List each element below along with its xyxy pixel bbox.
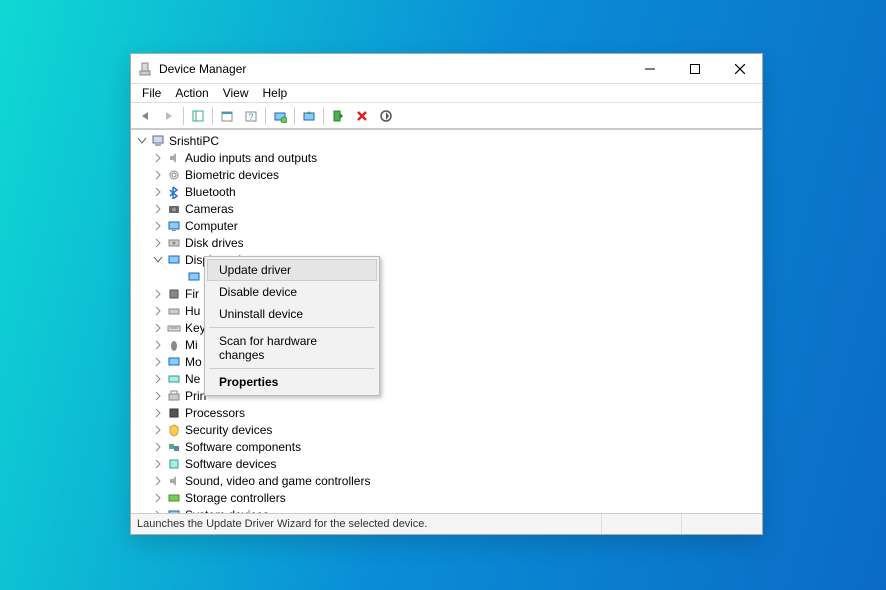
help-button[interactable]: ? bbox=[240, 105, 262, 127]
tree-node-processors[interactable]: Processors bbox=[131, 404, 762, 421]
hid-icon bbox=[165, 303, 182, 319]
svg-text:?: ? bbox=[248, 112, 253, 122]
app-icon bbox=[137, 61, 153, 77]
enable-device-button[interactable] bbox=[327, 105, 349, 127]
back-button[interactable] bbox=[134, 105, 156, 127]
window-title: Device Manager bbox=[159, 62, 627, 76]
chevron-right-icon[interactable] bbox=[151, 372, 165, 386]
chevron-right-icon[interactable] bbox=[151, 151, 165, 165]
display-adapter-icon bbox=[185, 269, 202, 285]
chevron-right-icon[interactable] bbox=[151, 355, 165, 369]
status-panel-3 bbox=[682, 514, 762, 534]
tree-node-cameras[interactable]: Cameras bbox=[131, 200, 762, 217]
chevron-down-icon[interactable] bbox=[151, 253, 165, 267]
system-icon bbox=[165, 507, 182, 514]
chevron-right-icon[interactable] bbox=[151, 304, 165, 318]
tree-node-software-devices[interactable]: Software devices bbox=[131, 455, 762, 472]
monitor-icon bbox=[165, 218, 182, 234]
toolbar: ? bbox=[131, 103, 762, 129]
root-label: SrishtiPC bbox=[169, 134, 219, 148]
properties-button[interactable] bbox=[216, 105, 238, 127]
tree-node-bluetooth[interactable]: Bluetooth bbox=[131, 183, 762, 200]
software-icon bbox=[165, 456, 182, 472]
chevron-right-icon[interactable] bbox=[151, 508, 165, 514]
menu-item-scan-hardware[interactable]: Scan for hardware changes bbox=[207, 330, 377, 366]
scan-hardware-button[interactable] bbox=[269, 105, 291, 127]
device-tree[interactable]: SrishtiPC Audio inputs and outputs Biome… bbox=[131, 129, 762, 513]
tree-node-sound[interactable]: Sound, video and game controllers bbox=[131, 472, 762, 489]
menu-item-uninstall-device[interactable]: Uninstall device bbox=[207, 303, 377, 325]
display-adapter-icon bbox=[165, 252, 182, 268]
menu-help[interactable]: Help bbox=[256, 85, 295, 101]
chevron-right-icon[interactable] bbox=[151, 457, 165, 471]
tree-node-security[interactable]: Security devices bbox=[131, 421, 762, 438]
tree-node-software-components[interactable]: Software components bbox=[131, 438, 762, 455]
chevron-right-icon[interactable] bbox=[151, 338, 165, 352]
chevron-right-icon[interactable] bbox=[151, 440, 165, 454]
tree-node-system[interactable]: System devices bbox=[131, 506, 762, 513]
menu-item-properties[interactable]: Properties bbox=[207, 371, 377, 393]
network-icon bbox=[165, 371, 182, 387]
tree-node-storage[interactable]: Storage controllers bbox=[131, 489, 762, 506]
close-button[interactable] bbox=[717, 54, 762, 83]
camera-icon bbox=[165, 201, 182, 217]
menu-file[interactable]: File bbox=[135, 85, 168, 101]
menu-action[interactable]: Action bbox=[168, 85, 215, 101]
uninstall-device-button[interactable] bbox=[351, 105, 373, 127]
tree-node-computer[interactable]: Computer bbox=[131, 217, 762, 234]
tree-node-biometric[interactable]: Biometric devices bbox=[131, 166, 762, 183]
menu-separator bbox=[209, 368, 375, 369]
speaker-icon bbox=[165, 150, 182, 166]
minimize-button[interactable] bbox=[627, 54, 672, 83]
tree-node-audio[interactable]: Audio inputs and outputs bbox=[131, 149, 762, 166]
chevron-right-icon[interactable] bbox=[151, 389, 165, 403]
tree-node-disk-drives[interactable]: Disk drives bbox=[131, 234, 762, 251]
cpu-icon bbox=[165, 405, 182, 421]
disable-device-button[interactable] bbox=[375, 105, 397, 127]
maximize-button[interactable] bbox=[672, 54, 717, 83]
show-hide-tree-button[interactable] bbox=[187, 105, 209, 127]
menu-view[interactable]: View bbox=[216, 85, 256, 101]
menu-separator bbox=[209, 327, 375, 328]
menu-item-update-driver[interactable]: Update driver bbox=[207, 259, 377, 281]
chevron-right-icon[interactable] bbox=[151, 406, 165, 420]
fingerprint-icon bbox=[165, 167, 182, 183]
disk-icon bbox=[165, 235, 182, 251]
status-text: Launches the Update Driver Wizard for th… bbox=[131, 514, 602, 534]
tree-root[interactable]: SrishtiPC bbox=[131, 132, 762, 149]
chevron-right-icon[interactable] bbox=[151, 491, 165, 505]
device-manager-window: Device Manager File Action View Help ? bbox=[130, 53, 763, 535]
sound-icon bbox=[165, 473, 182, 489]
titlebar: Device Manager bbox=[131, 54, 762, 84]
computer-icon bbox=[149, 133, 166, 149]
printer-icon bbox=[165, 388, 182, 404]
chevron-right-icon[interactable] bbox=[151, 168, 165, 182]
forward-button[interactable] bbox=[158, 105, 180, 127]
monitor-icon bbox=[165, 354, 182, 370]
chevron-right-icon[interactable] bbox=[151, 236, 165, 250]
context-menu: Update driver Disable device Uninstall d… bbox=[204, 256, 380, 396]
chevron-right-icon[interactable] bbox=[151, 474, 165, 488]
mouse-icon bbox=[165, 337, 182, 353]
chevron-right-icon[interactable] bbox=[151, 185, 165, 199]
chevron-down-icon[interactable] bbox=[135, 134, 149, 148]
chevron-right-icon[interactable] bbox=[151, 287, 165, 301]
status-panel-2 bbox=[602, 514, 682, 534]
chip-icon bbox=[165, 286, 182, 302]
update-driver-button[interactable] bbox=[298, 105, 320, 127]
shield-icon bbox=[165, 422, 182, 438]
menu-item-disable-device[interactable]: Disable device bbox=[207, 281, 377, 303]
storage-icon bbox=[165, 490, 182, 506]
chevron-right-icon[interactable] bbox=[151, 219, 165, 233]
chevron-right-icon[interactable] bbox=[151, 321, 165, 335]
chevron-right-icon[interactable] bbox=[151, 423, 165, 437]
chevron-right-icon[interactable] bbox=[151, 202, 165, 216]
statusbar: Launches the Update Driver Wizard for th… bbox=[131, 513, 762, 534]
component-icon bbox=[165, 439, 182, 455]
window-buttons bbox=[627, 54, 762, 83]
bluetooth-icon bbox=[165, 184, 182, 200]
menubar: File Action View Help bbox=[131, 84, 762, 103]
keyboard-icon bbox=[165, 320, 182, 336]
